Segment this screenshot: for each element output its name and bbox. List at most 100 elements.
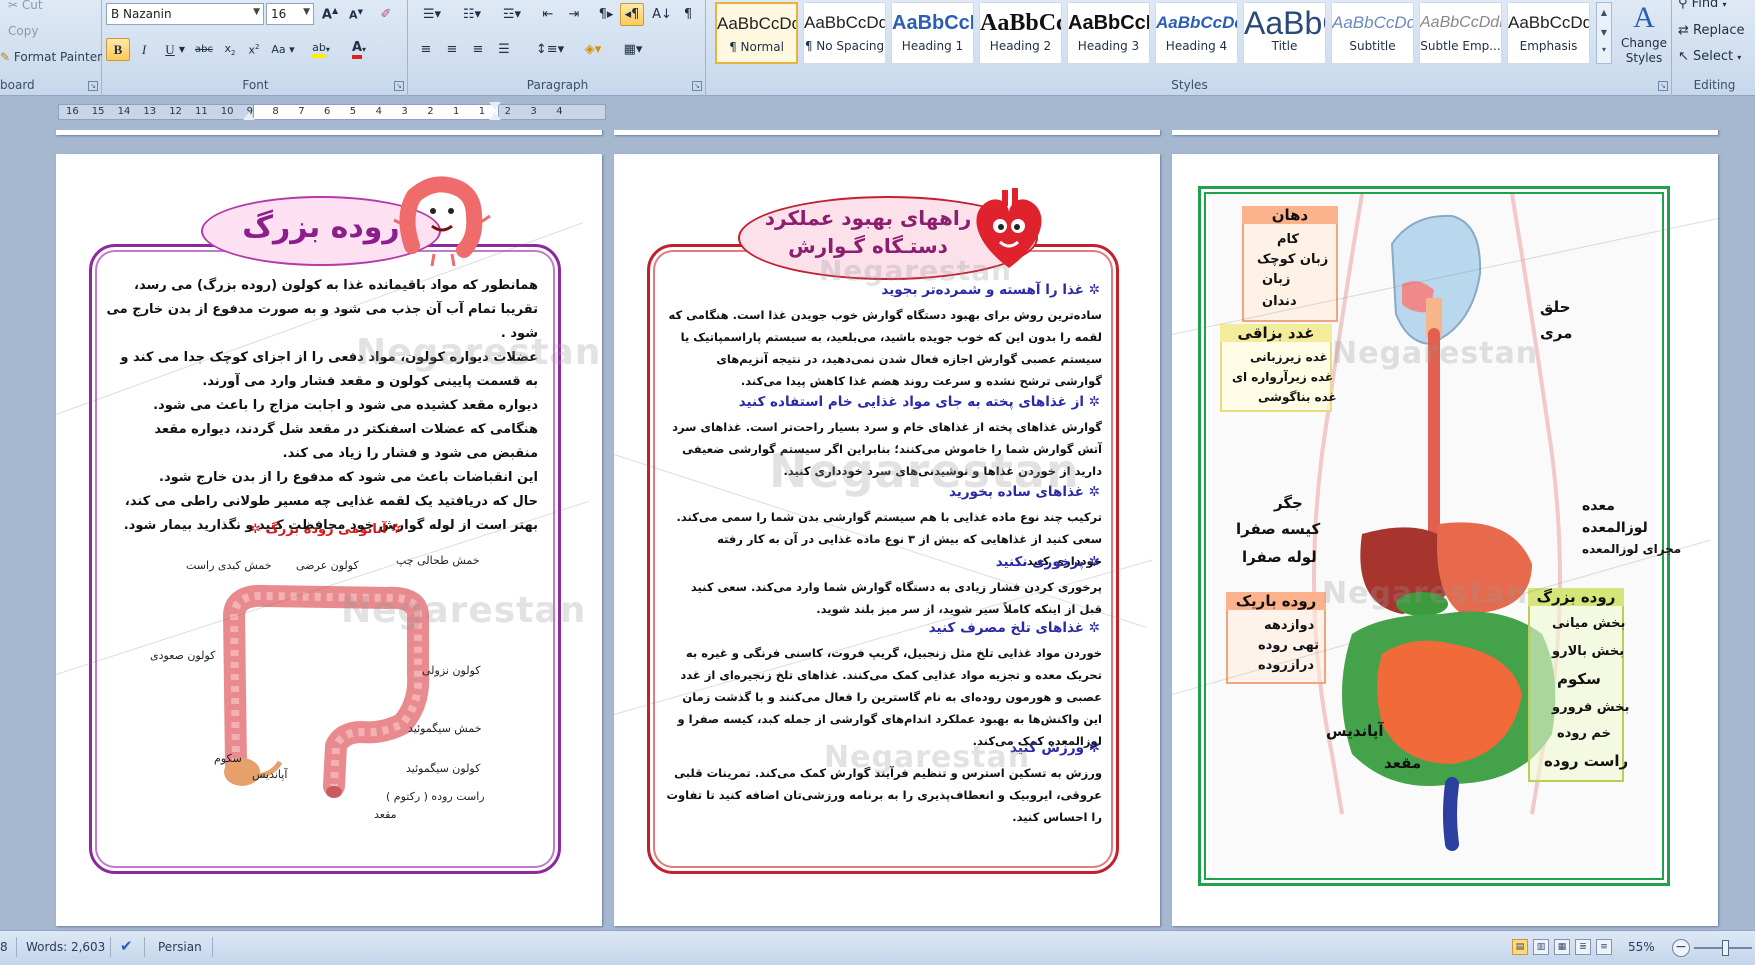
- sort-button[interactable]: A↓: [650, 3, 674, 26]
- style-heading-4[interactable]: AaBbCcDdEe Heading 4: [1155, 2, 1238, 64]
- book-icon: ▥: [1536, 942, 1546, 952]
- style-emphasis[interactable]: AaBbCcDdEe Emphasis: [1507, 2, 1590, 64]
- shrink-font-icon: A▼: [349, 7, 363, 22]
- copy-button[interactable]: Copy: [8, 24, 38, 38]
- zoom-slider-thumb[interactable]: [1722, 940, 1729, 956]
- page-indicator[interactable]: 8: [0, 940, 8, 954]
- replace-button[interactable]: ⇄ Replace: [1678, 23, 1744, 38]
- font-name-combo[interactable]: B Nazanin ▼: [106, 3, 264, 25]
- multilevel-list-button[interactable]: ☲▾: [494, 3, 530, 26]
- borders-button[interactable]: ▦▾: [616, 38, 650, 61]
- right-indent-marker[interactable]: [243, 112, 255, 120]
- styles-launcher[interactable]: ↘: [1658, 81, 1668, 91]
- cut-button[interactable]: ✂ Cut: [8, 0, 43, 12]
- draft-view-button[interactable]: ≡: [1596, 939, 1612, 955]
- numbering-button[interactable]: ☷▾: [454, 3, 490, 26]
- first-line-indent-marker[interactable]: [489, 102, 501, 110]
- page-digestion-tips[interactable]: راههای بهبود عملکرد دستـگاه گـوارش ✲ غذا…: [613, 154, 1160, 926]
- label-gallbladder: کیسه صفرا: [1236, 520, 1321, 538]
- page-digestive-system[interactable]: دهان کام زبان کوچک زبان دندان غدد بزاقی …: [1171, 154, 1720, 926]
- star-icon: ✲: [1083, 740, 1100, 756]
- chevron-down-icon: ▼: [178, 45, 186, 54]
- outline-view-button[interactable]: ≣: [1575, 939, 1591, 955]
- highlight-button[interactable]: ab ▾: [304, 38, 338, 61]
- word-count[interactable]: Words: 2,603: [26, 940, 105, 954]
- label-descending: بخش فرورو: [1552, 700, 1630, 715]
- show-hide-button[interactable]: ¶: [676, 3, 700, 26]
- style-normal[interactable]: AaBbCcDdEe ¶ Normal: [715, 2, 798, 64]
- font-launcher[interactable]: ↘: [394, 81, 404, 91]
- replace-icon: ⇄: [1678, 23, 1689, 38]
- language-indicator[interactable]: Persian: [158, 940, 202, 954]
- gallery-scroll[interactable]: ▲ ▼ ▾: [1596, 2, 1612, 64]
- font-color-button[interactable]: A ▾: [342, 38, 376, 61]
- underline-dropdown[interactable]: ▼: [176, 38, 188, 61]
- star-icon: ✲: [249, 522, 261, 537]
- style-heading-2[interactable]: AaBbCcDdEe Heading 2: [979, 2, 1062, 64]
- eraser-icon: ✐: [380, 7, 392, 22]
- watermark: Negarestan: [824, 740, 1031, 775]
- proofing-icon[interactable]: ✔: [120, 937, 133, 955]
- style-subtitle[interactable]: AaBbCcDdEe Subtitle: [1331, 2, 1414, 64]
- label-descending-colon: کولون نزولی: [422, 664, 481, 677]
- strikethrough-button[interactable]: abc: [192, 38, 216, 61]
- ruler-tick-label: 12: [169, 106, 182, 117]
- align-right-button[interactable]: ≡: [466, 38, 490, 61]
- align-left-button[interactable]: ≡: [414, 38, 438, 61]
- style-name-label: Heading 3: [1077, 39, 1140, 53]
- change-styles-button[interactable]: A Change Styles: [1618, 0, 1670, 72]
- style-heading-1[interactable]: AaBbCcDdEe Heading 1: [891, 2, 974, 64]
- superscript-button[interactable]: x2: [242, 38, 266, 61]
- print-layout-view-button[interactable]: ▤: [1512, 939, 1528, 955]
- decrease-indent-button[interactable]: ⇤: [536, 3, 560, 26]
- increase-indent-button[interactable]: ⇥: [562, 3, 586, 26]
- left-indent-marker[interactable]: [489, 112, 501, 120]
- format-painter-button[interactable]: ✎ Format Painter: [0, 50, 102, 64]
- style-subtle-emp[interactable]: AaBbCcDdEe Subtle Emp...: [1419, 2, 1502, 64]
- status-bar: 8 Words: 2,603 ✔ Persian ▤ ▥ ▦ ≣ ≡ 55% −: [0, 930, 1755, 965]
- font-color-icon: A: [351, 40, 363, 59]
- page-large-intestine[interactable]: روده بزرگ همانطور که مواد باقیمانده غذا …: [55, 154, 602, 926]
- style-sample-text: AaBbCcDdEe: [804, 13, 885, 32]
- subscript-button[interactable]: x2: [218, 38, 242, 61]
- style-name-label: Subtle Emp...: [1420, 39, 1501, 53]
- justify-button[interactable]: ☰: [492, 38, 516, 61]
- find-button[interactable]: ⚲ Find ▾: [1678, 0, 1726, 11]
- bold-button[interactable]: B: [106, 38, 130, 61]
- paragraph-launcher[interactable]: ↘: [692, 81, 702, 91]
- style-sample-text: AaBbCcDdEe: [1420, 14, 1501, 31]
- chevron-up-icon[interactable]: ▲: [1597, 3, 1611, 23]
- page-above-1: [56, 130, 602, 135]
- change-case-button[interactable]: Aa ▾: [268, 38, 298, 61]
- align-center-button[interactable]: ≡: [440, 38, 464, 61]
- select-button[interactable]: ↖ Select ▾: [1678, 49, 1741, 64]
- styles-group: AaBbCcDdEe ¶ Normal AaBbCcDdEe ¶ No Spacing…: [708, 0, 1672, 96]
- style-no-spacing[interactable]: AaBbCcDdEe ¶ No Spacing: [803, 2, 886, 64]
- clipboard-launcher[interactable]: ↘: [88, 81, 98, 91]
- style-title[interactable]: AaBbCcDdEeTitle: [1243, 2, 1326, 64]
- shrink-font-button[interactable]: A▼: [344, 3, 368, 26]
- zoom-out-button[interactable]: −: [1672, 939, 1690, 957]
- label-transverse: بخش میانی: [1552, 616, 1626, 631]
- clear-formatting-button[interactable]: ✐: [374, 3, 398, 26]
- grow-font-button[interactable]: A▲: [318, 3, 342, 26]
- italic-button[interactable]: I: [132, 38, 156, 61]
- document-area[interactable]: روده بزرگ همانطور که مواد باقیمانده غذا …: [0, 130, 1755, 930]
- pilcrow-icon: ¶: [683, 7, 693, 22]
- line-spacing-button[interactable]: ↕≡▾: [534, 38, 566, 61]
- full-screen-reading-button[interactable]: ▥: [1533, 939, 1549, 955]
- zoom-level[interactable]: 55%: [1628, 940, 1655, 954]
- font-size-combo[interactable]: 16 ▼: [266, 3, 314, 25]
- ltr-button[interactable]: ¶▸: [594, 3, 618, 26]
- style-heading-3[interactable]: AaBbCcDdEe Heading 3: [1067, 2, 1150, 64]
- chevron-down-icon[interactable]: ▼: [1597, 23, 1611, 43]
- more-icon[interactable]: ▾: [1597, 43, 1611, 57]
- rtl-button[interactable]: ◂¶: [620, 3, 644, 26]
- label-uvula: زبان کوچک: [1257, 252, 1329, 267]
- web-layout-button[interactable]: ▦: [1554, 939, 1570, 955]
- label-ascending-colon: کولون صعودی: [150, 649, 216, 662]
- shading-button[interactable]: ◈▾: [576, 38, 610, 61]
- align-left-icon: ≡: [420, 42, 432, 57]
- bullets-button[interactable]: ☰▾: [414, 3, 450, 26]
- strikethrough-icon: abc: [195, 44, 213, 55]
